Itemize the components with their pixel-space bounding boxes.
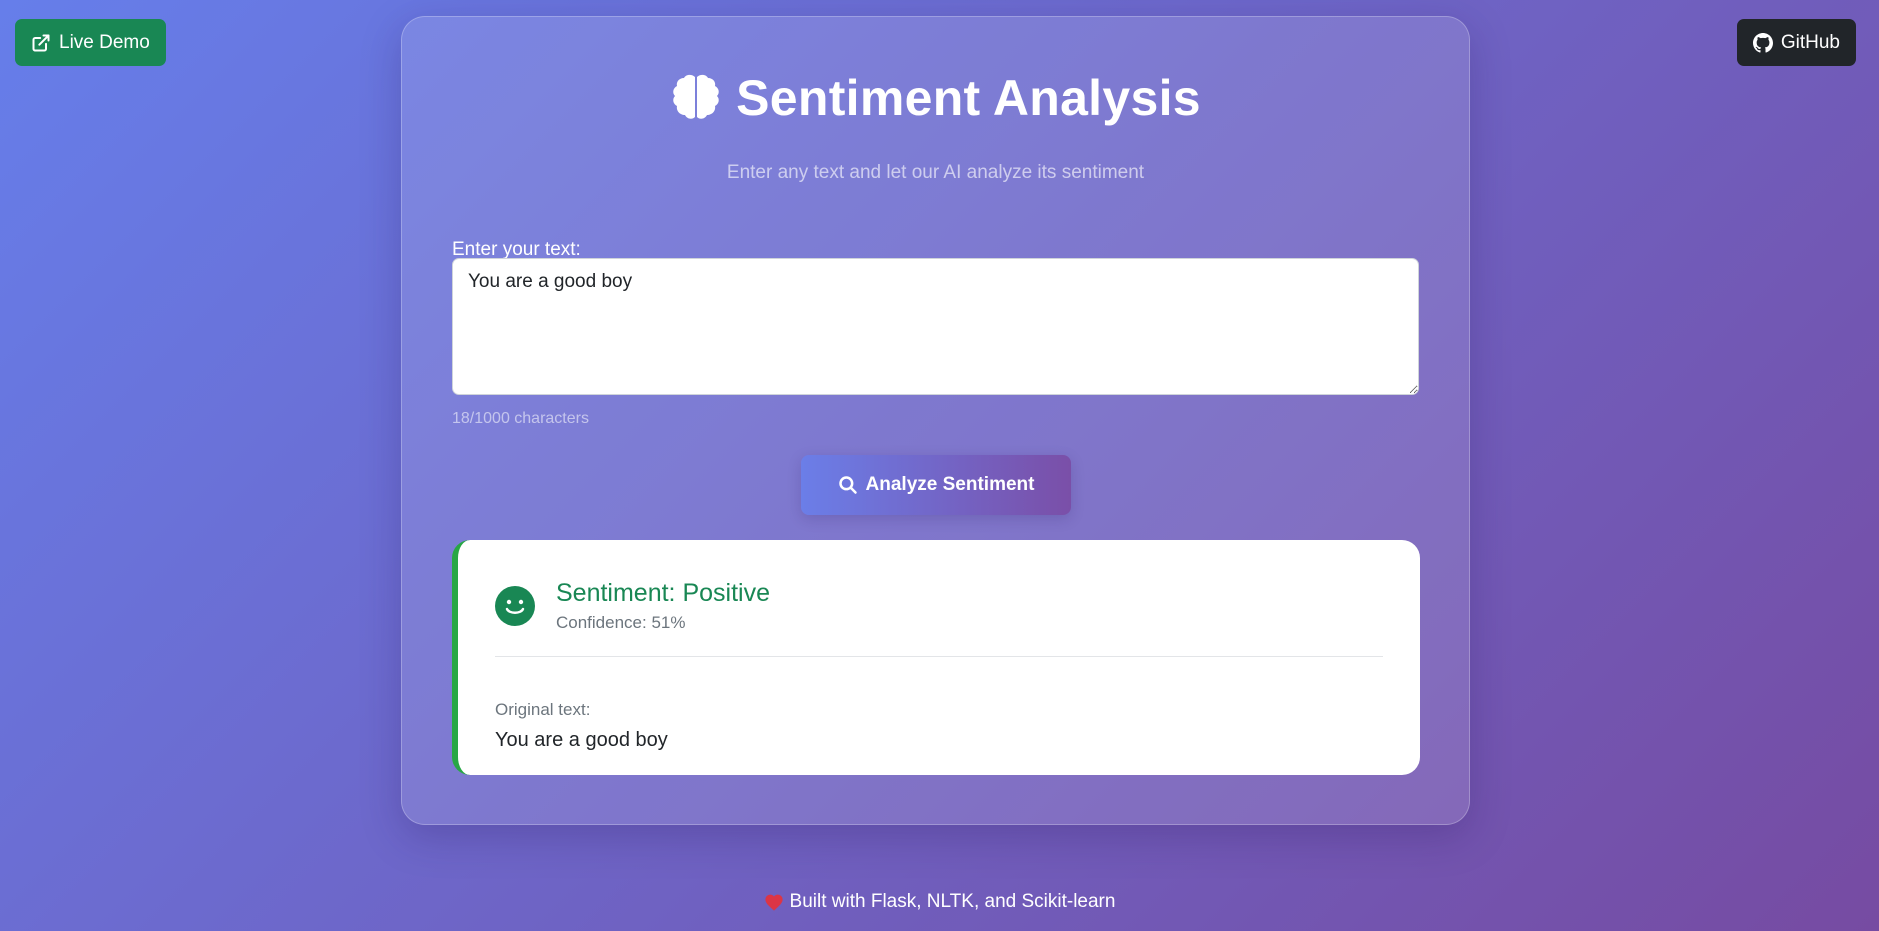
github-icon xyxy=(1752,32,1773,53)
page-subtitle: Enter any text and let our AI analyze it… xyxy=(726,162,1145,183)
original-text-value: You are a good boy xyxy=(495,729,668,751)
original-text-label: Original text: xyxy=(495,700,591,719)
analyze-sentiment-label: Analyze Sentiment xyxy=(865,474,1035,495)
page-title-text: Sentiment Analysis xyxy=(736,70,1201,126)
result-card: Sentiment: Positive Confidence: 51% Orig… xyxy=(452,540,1420,775)
footer-text: Built with Flask, NLTK, and Scikit-learn xyxy=(789,891,1116,912)
github-label: GitHub xyxy=(1780,31,1840,53)
analyze-sentiment-button[interactable]: Analyze Sentiment xyxy=(801,455,1071,515)
heart-icon xyxy=(764,893,784,911)
result-divider xyxy=(495,656,1383,657)
brain-icon xyxy=(670,72,722,124)
live-demo-label: Live Demo xyxy=(59,31,150,53)
main-card: Sentiment Analysis Enter any text and le… xyxy=(401,16,1470,825)
smiley-icon xyxy=(495,586,535,626)
external-link-icon xyxy=(31,33,51,53)
confidence-value: Confidence: 51% xyxy=(556,613,686,632)
page-title: Sentiment Analysis xyxy=(402,69,1469,127)
sentiment-result-title: Sentiment: Positive xyxy=(556,579,770,607)
live-demo-button[interactable]: Live Demo xyxy=(15,19,166,66)
text-input[interactable]: You are a good boy xyxy=(452,258,1419,395)
footer: Built with Flask, NLTK, and Scikit-learn xyxy=(0,891,1879,913)
search-icon xyxy=(838,475,858,495)
github-button[interactable]: GitHub xyxy=(1736,19,1856,66)
character-counter: 18/1000 characters xyxy=(452,410,589,427)
